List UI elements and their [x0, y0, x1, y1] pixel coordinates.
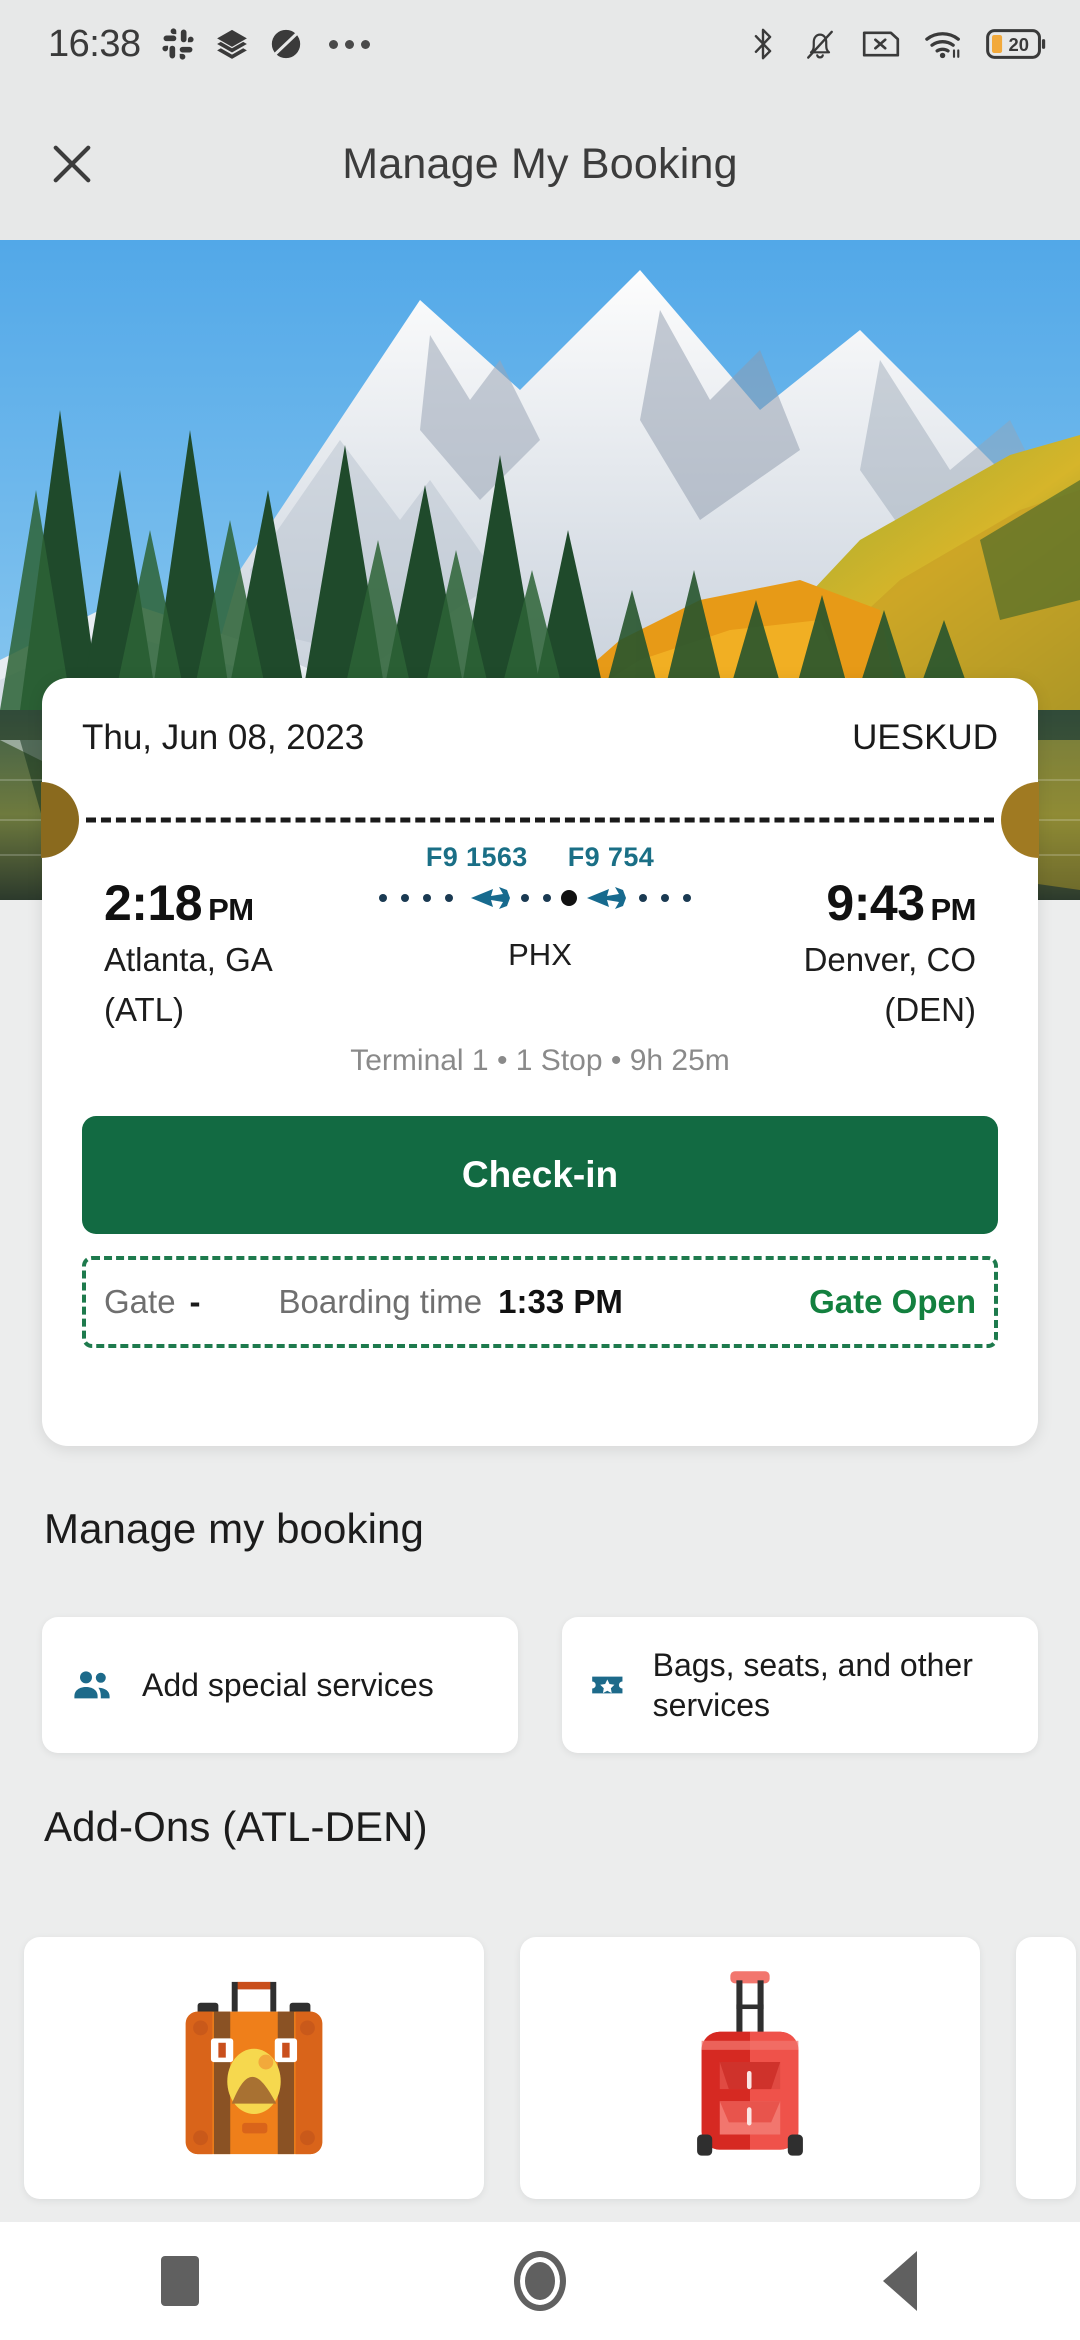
battery-level-text: 20 — [1008, 34, 1028, 55]
manage-booking-cards: Add special services Bags, seats, and ot… — [42, 1617, 1038, 1753]
check-in-button[interactable]: Check-in — [82, 1116, 998, 1234]
gate-status-badge: Gate Open — [809, 1283, 976, 1320]
notifications-muted-icon — [807, 30, 833, 59]
close-button[interactable] — [36, 128, 108, 200]
battery-icon: 20 — [986, 29, 1046, 59]
add-special-services-label: Add special services — [142, 1666, 434, 1703]
boarding-pass-card: Thu, Jun 08, 2023 UESKUD F9 1563 F9 754 … — [41, 678, 1039, 1446]
dashed-divider — [86, 817, 994, 823]
gate-value: - — [189, 1283, 201, 1320]
departure-city: Atlanta, GA — [104, 940, 273, 978]
status-bar-left: 16:38 — [48, 23, 370, 66]
arrival-code: (DEN) — [884, 990, 976, 1028]
wifi-icon — [925, 32, 960, 59]
layover-code: PHX — [508, 937, 572, 972]
bags-seats-services-label: Bags, seats, and other services — [652, 1646, 973, 1723]
perforation-line — [41, 782, 1039, 858]
status-bar: 16:38 20 — [0, 0, 1080, 88]
flight-date: Thu, Jun 08, 2023 — [82, 718, 365, 757]
status-bar-right: 20 — [746, 25, 1046, 63]
flight-meta: Terminal 1 • 1 Stop • 9h 25m — [350, 1044, 730, 1077]
flight-number-1: F9 1563 — [425, 842, 528, 872]
booking-reference: UESKUD — [852, 718, 998, 757]
app-bar: Manage My Booking — [0, 88, 1080, 240]
close-icon — [53, 145, 91, 183]
add-special-services-card[interactable]: Add special services — [42, 1617, 518, 1753]
back-button[interactable] — [840, 2222, 960, 2340]
bags-seats-services-card[interactable]: Bags, seats, and other services — [562, 1617, 1038, 1753]
slack-icon — [162, 28, 194, 60]
recents-button[interactable] — [120, 2222, 240, 2340]
layers-icon — [216, 29, 247, 59]
flight-number-2: F9 754 — [567, 842, 655, 872]
ticket-star-icon — [592, 1676, 623, 1694]
route-path-icon — [379, 887, 691, 909]
more-dots-icon — [328, 39, 370, 49]
gate-info-strip: Gate - Boarding time 1:33 PM Gate Open — [82, 1256, 998, 1348]
system-nav-bar — [0, 2222, 1080, 2340]
arrival-city: Denver, CO — [803, 940, 976, 978]
gate-label: Gate — [104, 1283, 176, 1320]
rolling-suitcase-icon — [697, 1971, 803, 2156]
addon-card-checked-bag[interactable] — [24, 1937, 484, 2199]
phone-screen: 16:38 20 Manage My Booking Thu, Jun 08, … — [0, 0, 1080, 2340]
addons-carousel[interactable] — [24, 1937, 1076, 2199]
route-row: 2:18 PM Atlanta, GA (ATL) PHX 9:43 PM De… — [72, 877, 1008, 1030]
arrival-ampm: PM — [930, 892, 977, 927]
addons-heading: Add-Ons (ATL-DEN) — [44, 1803, 428, 1850]
boarding-pass-header: Thu, Jun 08, 2023 UESKUD — [42, 678, 1038, 798]
square-icon — [161, 2256, 199, 2306]
addon-card-next-partial[interactable] — [1016, 1937, 1076, 2199]
status-bar-clock: 16:38 — [48, 22, 141, 65]
boarding-time-value: 1:33 PM — [498, 1283, 623, 1320]
people-icon — [74, 1671, 110, 1699]
vintage-suitcase-icon — [185, 1981, 323, 2155]
circle-icon — [514, 2251, 566, 2311]
route-path — [372, 881, 708, 915]
departure-block: 2:18 PM Atlanta, GA (ATL) — [72, 877, 372, 1030]
planet-icon — [271, 29, 300, 59]
arrival-time: 9:43 PM — [826, 875, 977, 931]
back-triangle-icon — [883, 2251, 917, 2311]
home-button[interactable] — [480, 2222, 600, 2340]
departure-code: (ATL) — [104, 990, 185, 1028]
sim-missing-icon — [862, 31, 900, 57]
page-title: Manage My Booking — [342, 139, 738, 188]
addon-card-carry-on-bag[interactable] — [520, 1937, 980, 2199]
boarding-time-label: Boarding time — [278, 1283, 483, 1320]
route-middle: PHX — [372, 877, 708, 973]
route-section: F9 1563 F9 754 2:18PM Atlanta, GA (ATL) — [42, 842, 1038, 1078]
departure-time: 2:18 PM — [104, 875, 254, 931]
arrival-block: 9:43 PM Denver, CO (DEN) — [708, 877, 1008, 1030]
departure-ampm: PM — [208, 892, 254, 927]
bluetooth-icon — [754, 28, 772, 60]
flight-numbers: F9 1563 F9 754 — [72, 842, 1008, 873]
manage-booking-heading: Manage my booking — [44, 1505, 424, 1552]
